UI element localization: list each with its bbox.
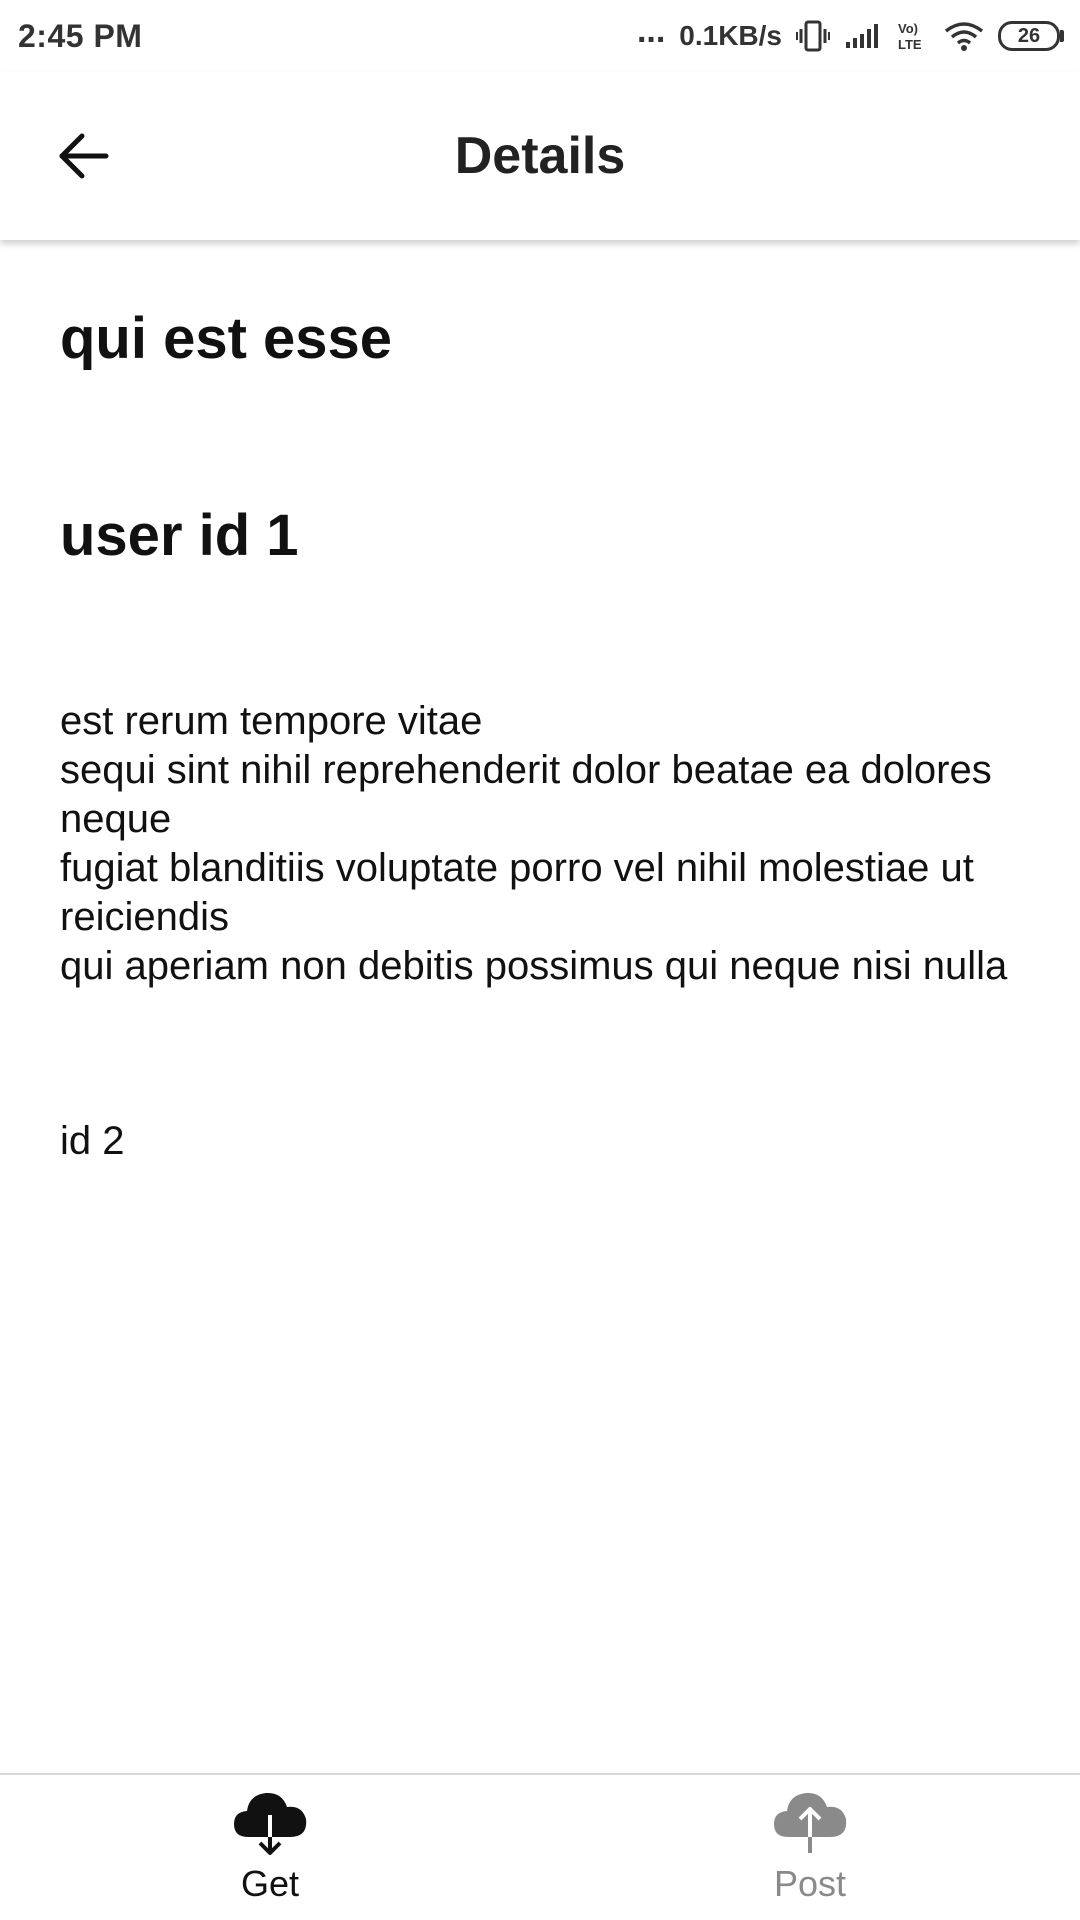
vibrate-icon [796,19,830,53]
battery-level: 26 [998,21,1060,51]
cloud-upload-icon [774,1792,847,1853]
nav-label-post: Post [773,1863,847,1904]
bottom-navigation: Get Post [0,1773,1080,1920]
post-id: id 2 [60,1119,125,1164]
app-bar: Details [0,72,1080,240]
svg-text:LTE: LTE [898,37,922,52]
nav-label-get: Get [240,1863,300,1904]
wifi-icon [944,21,984,51]
post-title: qui est esse [60,306,393,371]
volte-icon: Vo) LTE [896,20,930,52]
page-title: Details [454,127,626,185]
post-details: qui est esse user id 1 est rerum tempore… [60,240,1020,1164]
status-icons: ... 0.1KB/s Vo) LTE 26 [637,14,1064,53]
network-speed: 0.1KB/s [679,20,782,51]
post-body-line: qui aperiam non debitis possimus qui neq… [60,944,1008,989]
back-button[interactable] [48,120,120,192]
battery-icon: 26 [998,21,1064,51]
signal-icon [844,22,882,50]
post-body: est rerum tempore vitae sequi sint nihil… [60,697,1020,991]
nav-item-post[interactable]: Post [540,1775,1080,1920]
svg-text:Vo): Vo) [898,21,918,36]
more-notifications-icon: ... [636,12,666,50]
nav-item-get[interactable]: Get [0,1775,540,1920]
post-body-line: est rerum tempore vitae [60,699,483,744]
cloud-download-icon [234,1792,307,1855]
post-body-line: sequi sint nihil reprehenderit dolor bea… [60,748,992,842]
details-screen: 2:45 PM ... 0.1KB/s Vo) LTE 26 Details q… [0,0,1080,1920]
arrow-back-icon [59,133,109,179]
post-user-id: user id 1 [60,502,299,568]
status-bar: 2:45 PM ... 0.1KB/s Vo) LTE 26 [0,0,1080,72]
post-body-line: fugiat blanditiis voluptate porro vel ni… [60,846,974,940]
status-time: 2:45 PM [18,17,143,54]
